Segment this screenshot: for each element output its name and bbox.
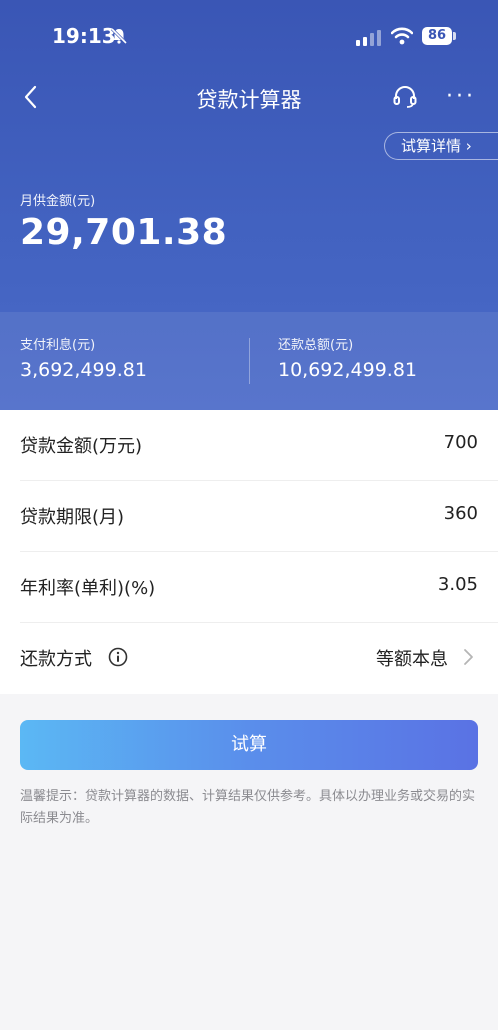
loan-term-row[interactable]: 贷款期限(月) 360: [0, 481, 498, 552]
loan-term-label: 贷款期限(月): [20, 507, 125, 528]
bell-muted-icon: [110, 27, 128, 45]
header-panel: 19:13 86 贷款计算器 ··· 试算详情 › 月供金额(元) 29,701…: [0, 0, 498, 410]
monthly-payment-label: 月供金额(元): [20, 194, 96, 209]
interest-rate-input[interactable]: 3.05: [438, 574, 478, 595]
info-icon[interactable]: [108, 647, 128, 667]
calculate-button[interactable]: 试算: [20, 720, 478, 770]
total-value: 10,692,499.81: [278, 359, 418, 381]
loan-amount-label: 贷款金额(万元): [20, 436, 143, 457]
battery-indicator: 86: [422, 27, 452, 45]
battery-tip: [453, 32, 456, 40]
interest-rate-label: 年利率(单利)(%): [20, 578, 156, 599]
total-label: 还款总额(元): [278, 338, 354, 353]
loan-amount-row[interactable]: 贷款金额(万元) 700: [0, 410, 498, 481]
summary-stats: 支付利息(元) 3,692,499.81 还款总额(元) 10,692,499.…: [0, 312, 498, 410]
interest-stat: 支付利息(元) 3,692,499.81: [20, 334, 147, 381]
calc-detail-button[interactable]: 试算详情 ›: [384, 132, 498, 160]
status-bar: 19:13 86: [0, 0, 498, 72]
interest-rate-row[interactable]: 年利率(单利)(%) 3.05: [0, 552, 498, 623]
more-icon[interactable]: ···: [446, 84, 476, 109]
headset-icon[interactable]: [392, 84, 418, 110]
repayment-method-value[interactable]: 等额本息: [376, 645, 448, 671]
nav-bar: 贷款计算器 ···: [0, 72, 498, 124]
repayment-method-label: 还款方式: [20, 649, 92, 670]
monthly-payment-value: 29,701.38: [20, 212, 228, 253]
total-stat: 还款总额(元) 10,692,499.81: [278, 334, 417, 381]
signal-icon: [356, 30, 381, 46]
repayment-method-row[interactable]: 还款方式 等额本息: [0, 623, 498, 694]
loan-term-input[interactable]: 360: [444, 503, 478, 524]
loan-amount-input[interactable]: 700: [444, 432, 478, 453]
stats-divider: [249, 338, 250, 384]
status-time: 19:13: [52, 24, 116, 48]
page-title: 贷款计算器: [196, 88, 302, 112]
interest-label: 支付利息(元): [20, 338, 96, 353]
wifi-icon: [391, 27, 413, 45]
disclaimer-text: 温馨提示：贷款计算器的数据、计算结果仅供参考。具体以办理业务或交易的实际结果为准…: [20, 789, 476, 826]
loan-form: 贷款金额(万元) 700 贷款期限(月) 360 年利率(单利)(%) 3.05…: [0, 410, 498, 694]
chevron-right-icon: [464, 649, 473, 665]
interest-value: 3,692,499.81: [20, 359, 147, 381]
